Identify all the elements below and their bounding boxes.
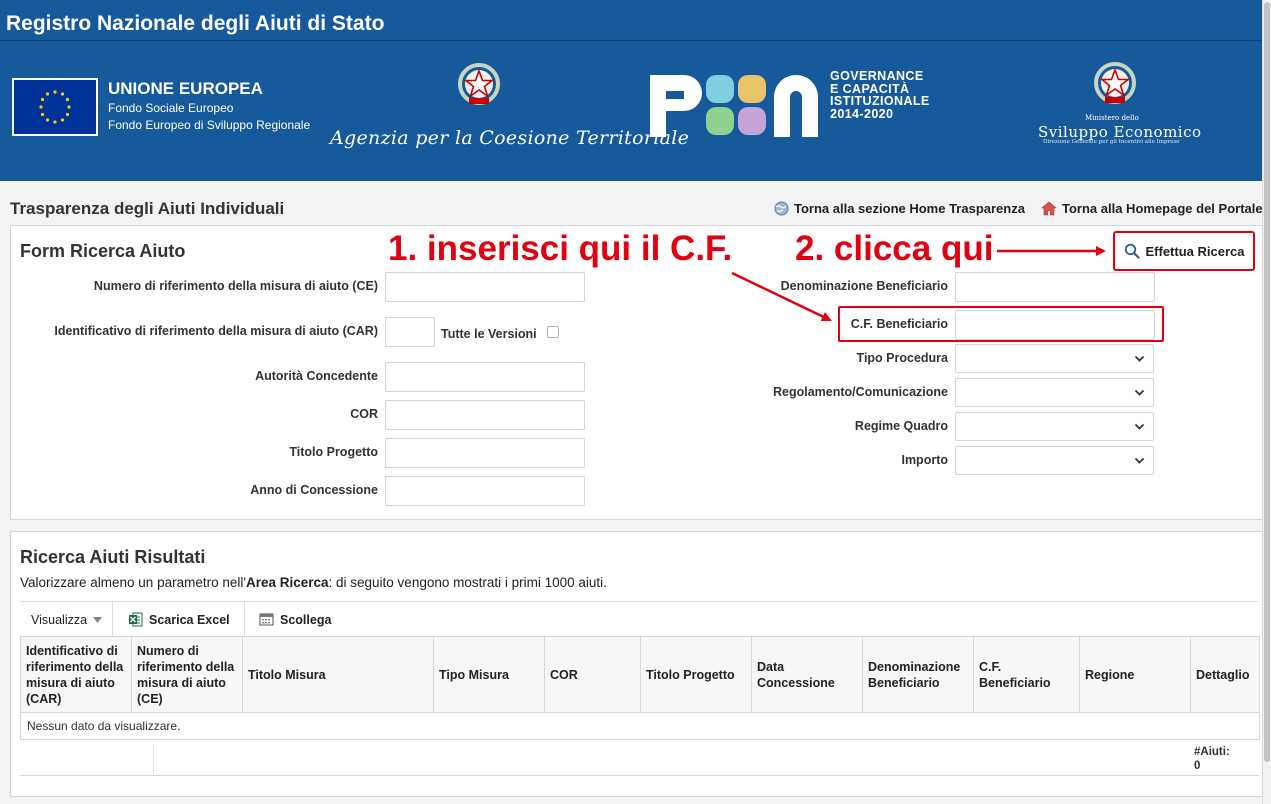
- scrollbar-thumb[interactable]: [1264, 2, 1270, 762]
- form-title: Form Ricerca Aiuto: [20, 241, 186, 261]
- mise-emblem-icon: [1093, 61, 1137, 105]
- effettua-ricerca-button[interactable]: Effettua Ricerca: [1113, 231, 1255, 271]
- cf-highlight-box: [838, 306, 1164, 342]
- chevron-down-icon: [1134, 457, 1145, 464]
- toolbar-separator: [244, 602, 245, 637]
- eu-subtitle-fesr: Fondo Europeo di Sviluppo Regionale: [108, 118, 311, 132]
- column-header[interactable]: Tipo Misura: [433, 636, 545, 713]
- importo-label: Importo: [901, 453, 948, 467]
- dropdown-triangle-icon: [93, 616, 103, 623]
- annotation-step2: 2. clicca qui: [795, 229, 994, 268]
- identificativo-car-label: Identificativo di riferimento della misu…: [54, 324, 378, 338]
- vertical-scrollbar[interactable]: [1262, 0, 1271, 804]
- agenzia-coesione-logo-text: Agenzia per la Coesione Territoriale: [330, 127, 690, 149]
- numero-ce-label: Numero di riferimento della misura di ai…: [93, 279, 378, 293]
- scarica-excel-button[interactable]: Scarica Excel: [128, 602, 230, 637]
- footer-divider: [153, 744, 154, 774]
- italian-republic-emblem-icon: [457, 62, 501, 106]
- table-header-row: Identificativo di riferimento della misu…: [20, 636, 1260, 713]
- chevron-down-icon: [1134, 423, 1145, 430]
- titolo-progetto-input[interactable]: [385, 438, 585, 468]
- column-header[interactable]: Identificativo di riferimento della misu…: [20, 636, 132, 713]
- home-icon: [1041, 201, 1057, 216]
- eu-flag-logo: [12, 78, 98, 136]
- column-header[interactable]: COR: [544, 636, 641, 713]
- column-header[interactable]: Regione: [1079, 636, 1191, 713]
- cor-label: COR: [350, 407, 378, 421]
- aiuti-count: #Aiuti: 0: [1194, 746, 1230, 772]
- results-title: Ricerca Aiuti Risultati: [20, 547, 206, 567]
- home-trasparenza-link[interactable]: Torna alla sezione Home Trasparenza: [774, 201, 1025, 216]
- regolamento-label: Regolamento/Comunicazione: [772, 385, 948, 399]
- chevron-down-icon: [1134, 389, 1145, 396]
- tutte-versioni-label: Tutte le Versioni: [441, 327, 537, 341]
- tipo-procedura-select[interactable]: [955, 344, 1154, 373]
- empty-message: Nessun dato da visualizzare.: [20, 712, 1260, 740]
- column-header[interactable]: Numero di riferimento della misura di ai…: [131, 636, 243, 713]
- numero-ce-input[interactable]: [385, 272, 585, 302]
- regime-quadro-select[interactable]: [955, 412, 1154, 441]
- titolo-progetto-label: Titolo Progetto: [289, 445, 378, 459]
- detach-icon: [259, 613, 274, 626]
- scollega-button[interactable]: Scollega: [259, 602, 331, 637]
- regolamento-select[interactable]: [955, 378, 1154, 407]
- logo-banner: UNIONE EUROPEA Fondo Sociale Europeo Fon…: [0, 41, 1262, 181]
- identificativo-car-input[interactable]: [385, 317, 435, 347]
- results-table: Identificativo di riferimento della misu…: [20, 636, 1260, 740]
- app-title: Registro Nazionale degli Aiuti di Stato: [6, 12, 385, 35]
- visualizza-menu[interactable]: Visualizza: [31, 602, 103, 637]
- search-icon: [1124, 243, 1140, 259]
- globe-icon: [774, 201, 789, 216]
- autorita-concedente-label: Autorità Concedente: [255, 369, 378, 383]
- results-description: Valorizzare almeno un parametro nell'Are…: [20, 575, 607, 590]
- chevron-down-icon: [1134, 355, 1145, 362]
- importo-select[interactable]: [955, 446, 1154, 475]
- results-footer: #Aiuti: 0: [20, 739, 1259, 776]
- results-toolbar: Visualizza Scarica Excel Scollega: [20, 601, 1258, 637]
- anno-concessione-input[interactable]: [385, 476, 585, 506]
- mise-line1: Ministero dello: [1085, 114, 1139, 122]
- toolbar-separator: [112, 602, 113, 637]
- annotation-step1: 1. inserisci qui il C.F.: [388, 229, 733, 268]
- table-row: Nessun dato da visualizzare.: [20, 712, 1260, 740]
- pon-logo: [646, 69, 824, 147]
- tipo-procedura-label: Tipo Procedura: [856, 351, 948, 365]
- pon-programme-text: GOVERNANCE E CAPACITÀ ISTITUZIONALE 2014…: [830, 69, 930, 121]
- column-header[interactable]: Titolo Progetto: [640, 636, 752, 713]
- autorita-concedente-input[interactable]: [385, 362, 585, 392]
- app-header: Registro Nazionale degli Aiuti di Stato: [0, 0, 1262, 41]
- mise-line3: Direzione Generale per gli Incentivi all…: [1043, 139, 1180, 145]
- tutte-versioni-checkbox[interactable]: [547, 326, 559, 338]
- page-title: Trasparenza degli Aiuti Individuali: [10, 199, 285, 218]
- column-header[interactable]: Data Concessione: [751, 636, 863, 713]
- cor-input[interactable]: [385, 400, 585, 430]
- excel-icon: [129, 612, 143, 627]
- denominazione-beneficiario-input[interactable]: [955, 272, 1155, 302]
- column-header[interactable]: Titolo Misura: [242, 636, 434, 713]
- column-header[interactable]: Dettaglio: [1190, 636, 1260, 713]
- anno-concessione-label: Anno di Concessione: [250, 483, 378, 497]
- regime-quadro-label: Regime Quadro: [854, 419, 948, 433]
- column-header[interactable]: Denominazione Beneficiario: [862, 636, 974, 713]
- eu-subtitle-fse: Fondo Sociale Europeo: [108, 101, 234, 115]
- homepage-portale-link[interactable]: Torna alla Homepage del Portale: [1041, 201, 1263, 216]
- column-header[interactable]: C.F. Beneficiario: [973, 636, 1080, 713]
- eu-title: UNIONE EUROPEA: [108, 79, 263, 98]
- denominazione-beneficiario-label: Denominazione Beneficiario: [780, 279, 948, 293]
